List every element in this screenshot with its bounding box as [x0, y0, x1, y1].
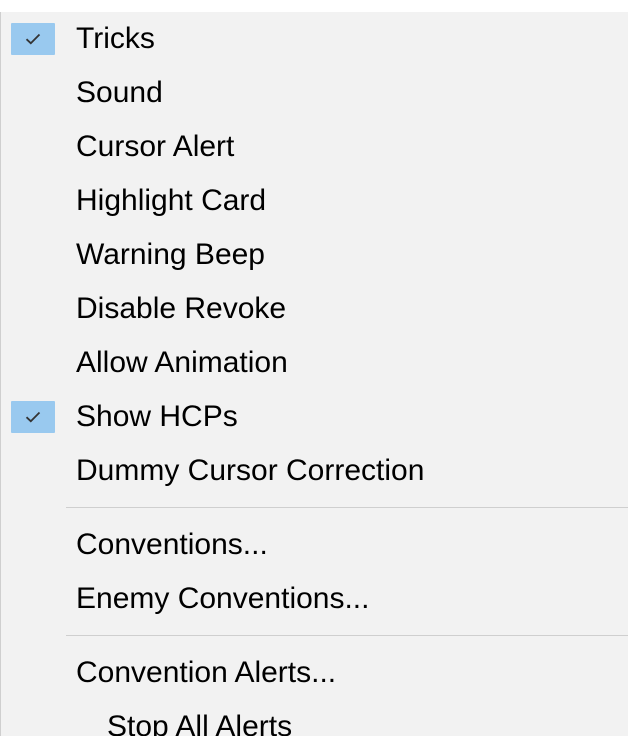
menu-item-disable-revoke[interactable]: Disable Revoke: [1, 282, 628, 336]
menu-item-warning-beep[interactable]: Warning Beep: [1, 228, 628, 282]
menu-item-stop-all-alerts[interactable]: Stop All Alerts: [1, 700, 628, 736]
menu-item-enemy-conventions[interactable]: Enemy Conventions...: [1, 572, 628, 626]
menu-item-sound[interactable]: Sound: [1, 66, 628, 120]
menu-item-label: Convention Alerts...: [76, 656, 337, 689]
menu-item-convention-alerts[interactable]: Convention Alerts...: [1, 646, 628, 700]
menu-item-label: Cursor Alert: [76, 130, 235, 163]
menu-separator: [66, 507, 628, 508]
checkmark-icon: [25, 411, 41, 423]
menu-item-label: Highlight Card: [76, 184, 267, 217]
checkmark-icon: [25, 33, 41, 45]
tricks-checkbox: [11, 23, 55, 55]
menu-item-cursor-alert[interactable]: Cursor Alert: [1, 120, 628, 174]
menu-item-label: Show HCPs: [76, 400, 238, 433]
menu-item-allow-animation[interactable]: Allow Animation: [1, 336, 628, 390]
show-hcps-checkbox: [11, 401, 55, 433]
menu-item-highlight-card[interactable]: Highlight Card: [1, 174, 628, 228]
menu-item-dummy-cursor-correction[interactable]: Dummy Cursor Correction: [1, 444, 628, 498]
menu-item-label: Conventions...: [76, 528, 268, 561]
menu-item-label: Stop All Alerts: [107, 710, 293, 736]
menu-item-label: Allow Animation: [76, 346, 288, 379]
menu-item-label: Warning Beep: [76, 238, 265, 271]
menu-item-label: Tricks: [76, 22, 155, 55]
menu-item-label: Disable Revoke: [76, 292, 287, 325]
menu-item-label: Sound: [76, 76, 163, 109]
menu-item-label: Enemy Conventions...: [76, 582, 370, 615]
menu-item-label: Dummy Cursor Correction: [76, 454, 425, 487]
menu-separator: [66, 635, 628, 636]
menu-item-show-hcps[interactable]: Show HCPs: [1, 390, 628, 444]
options-menu: Tricks Sound Cursor Alert Highlight Card…: [0, 12, 628, 736]
menu-item-tricks[interactable]: Tricks: [1, 12, 628, 66]
menu-item-conventions[interactable]: Conventions...: [1, 518, 628, 572]
